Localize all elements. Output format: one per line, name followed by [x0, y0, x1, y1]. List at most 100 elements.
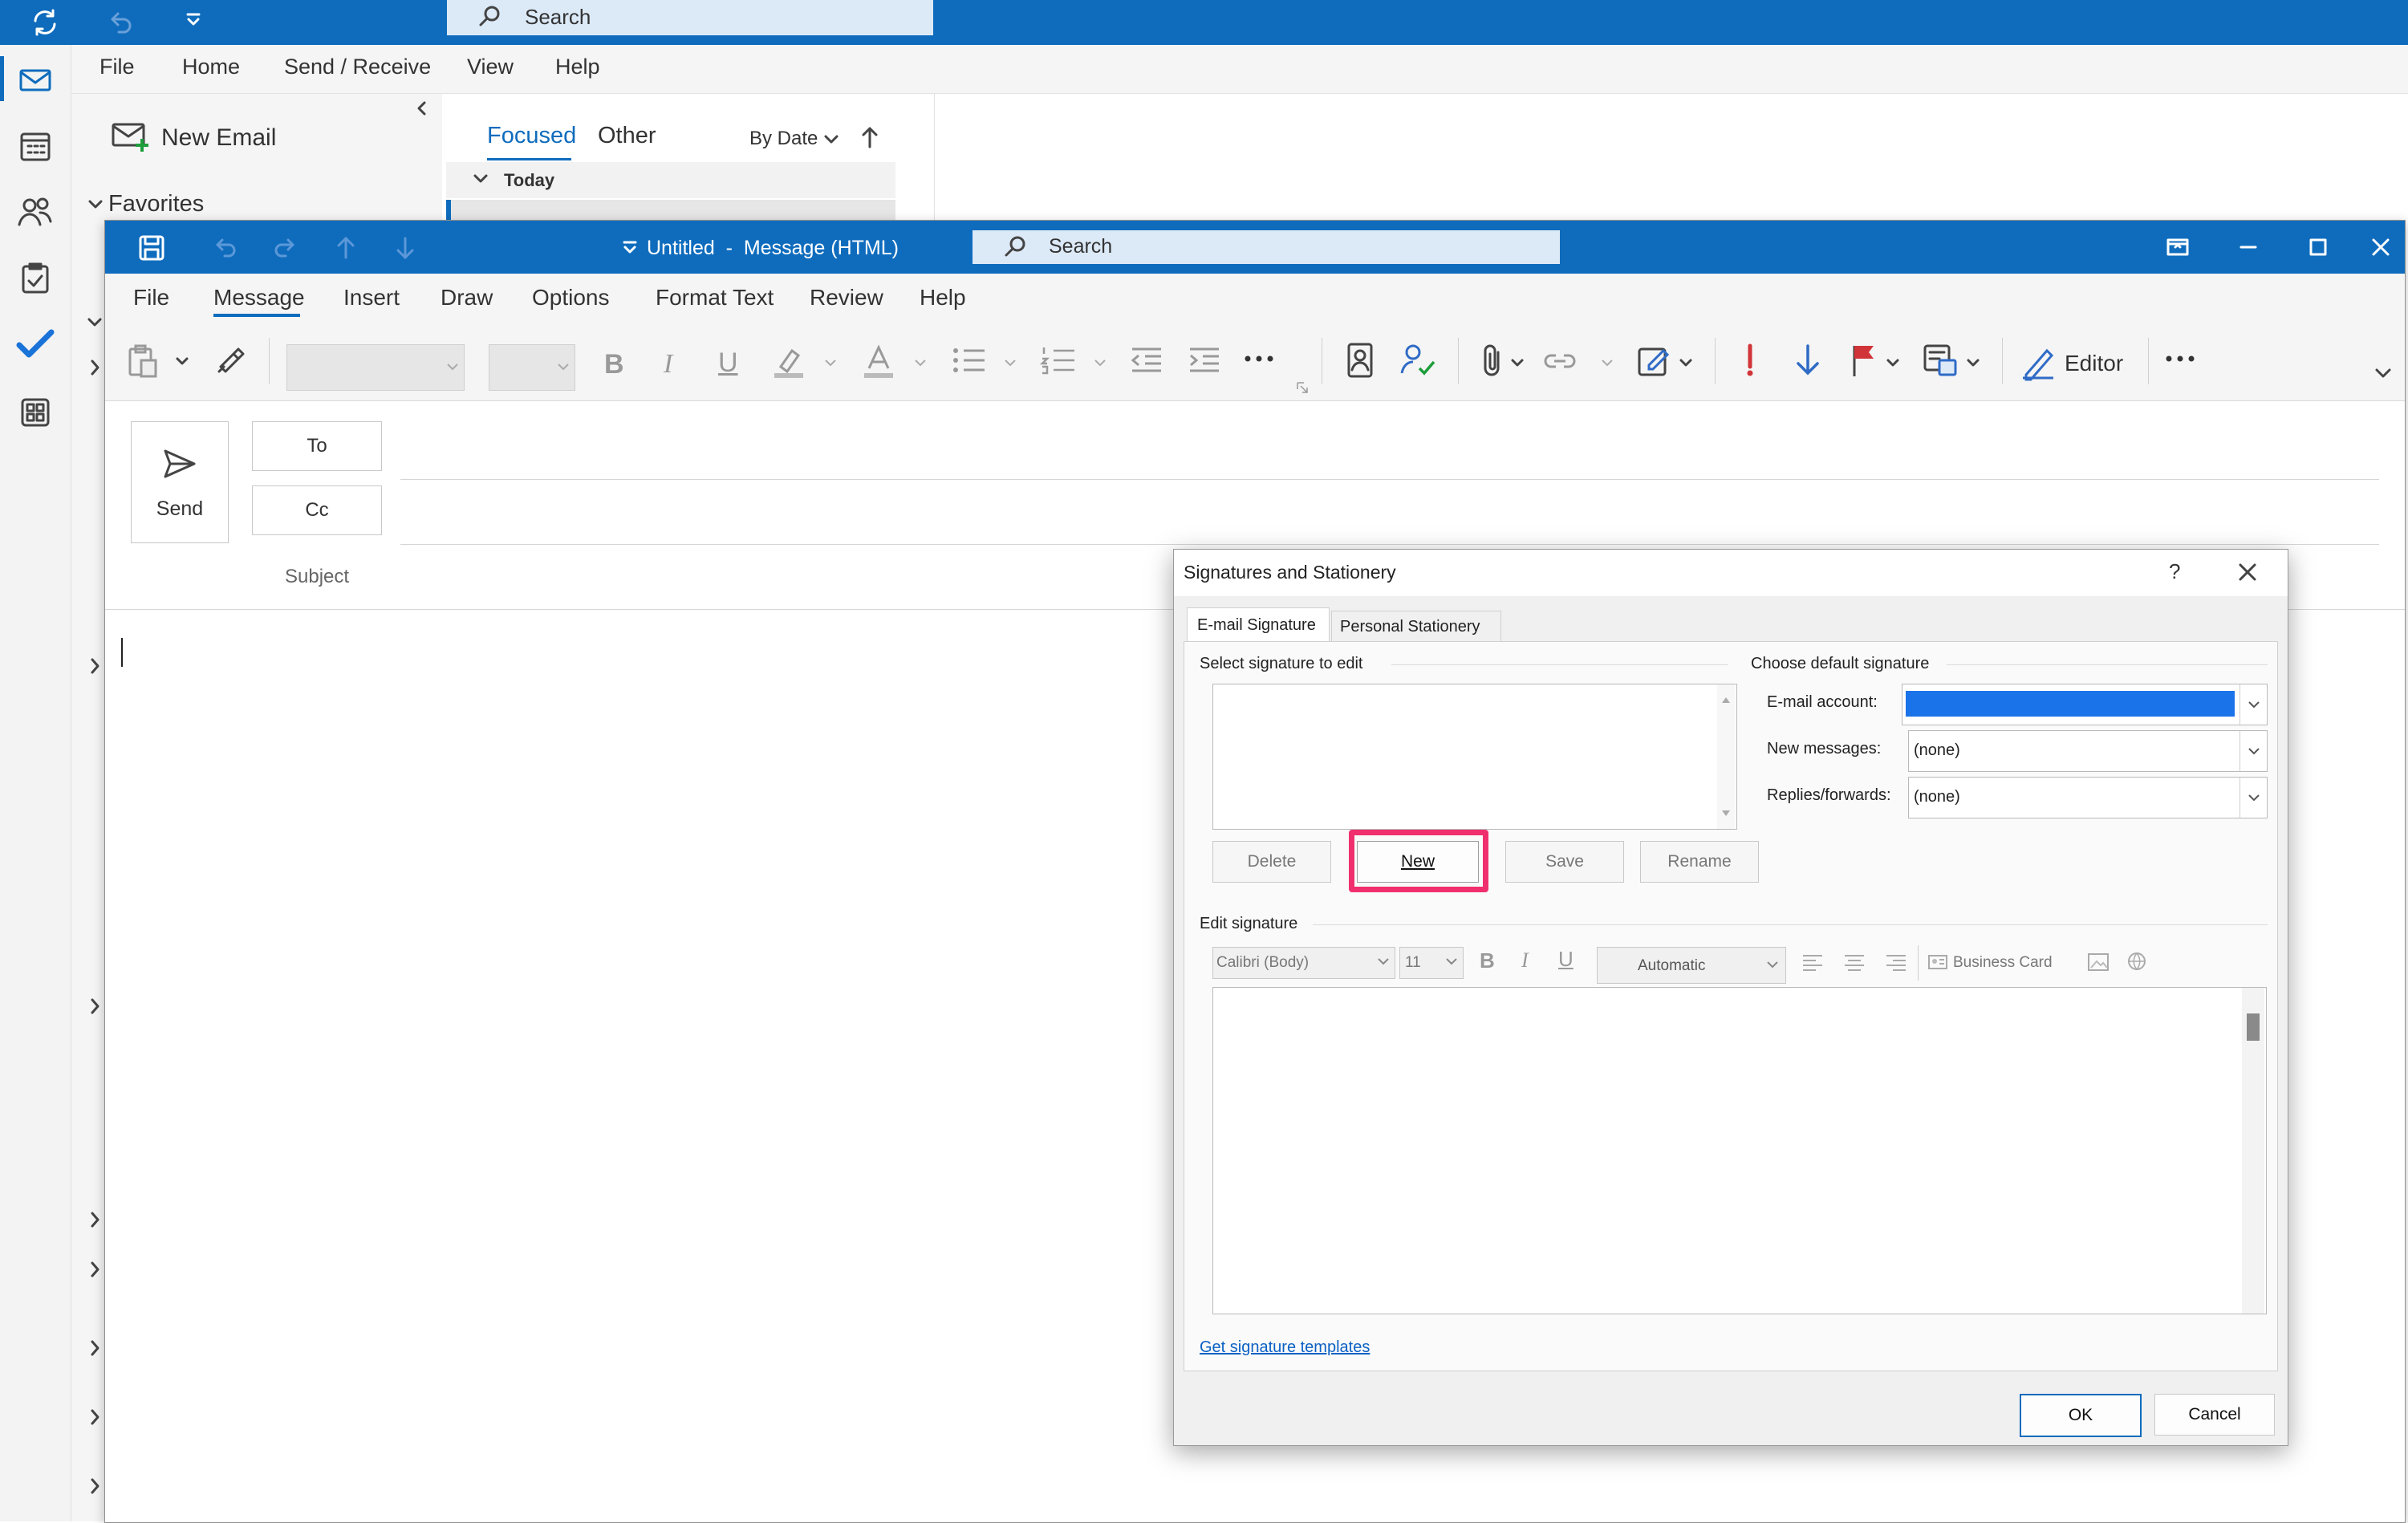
chevron-down-icon[interactable] [912, 357, 928, 370]
email-account-dropdown[interactable] [1902, 684, 2268, 725]
editor-scrollbar[interactable] [2242, 988, 2264, 1314]
signature-templates-link[interactable]: Get signature templates [1200, 1338, 1370, 1357]
tasks-icon[interactable] [18, 260, 53, 295]
bullets-icon[interactable] [949, 343, 988, 378]
new-button[interactable]: New [1357, 841, 1479, 883]
close-icon[interactable] [2235, 560, 2260, 584]
todo-icon[interactable] [16, 327, 55, 359]
sort-by-date[interactable]: By Date [749, 128, 818, 150]
sensitivity-icon[interactable] [1922, 341, 1960, 380]
chevron-right-icon[interactable] [87, 1338, 103, 1358]
menu-help[interactable]: Help [555, 55, 600, 79]
quick-access-dropdown-icon[interactable] [181, 8, 205, 32]
chevron-down-icon[interactable] [84, 193, 107, 216]
compose-search-box[interactable]: Search [973, 230, 1560, 264]
previous-item-icon[interactable] [331, 234, 360, 262]
replies-dropdown[interactable]: (none) [1908, 777, 2268, 818]
menu-file[interactable]: File [99, 55, 135, 79]
highlight-icon[interactable] [770, 343, 808, 381]
menu-send-receive[interactable]: Send / Receive [284, 55, 431, 79]
undo-icon[interactable] [104, 6, 136, 39]
address-book-icon[interactable] [1342, 341, 1378, 380]
chevron-down-icon[interactable] [174, 355, 190, 368]
undo-icon[interactable] [211, 234, 240, 262]
tab-other[interactable]: Other [598, 123, 656, 149]
business-card-button[interactable]: Business Card [1927, 950, 2069, 976]
tab-file[interactable]: File [133, 285, 169, 311]
chevron-down-icon[interactable] [87, 313, 103, 332]
next-item-icon[interactable] [391, 234, 420, 262]
tab-options[interactable]: Options [532, 285, 610, 311]
font-name-combo[interactable] [286, 344, 465, 391]
menu-home[interactable]: Home [182, 55, 240, 79]
chevron-down-icon[interactable] [1002, 357, 1018, 370]
chevron-down-icon[interactable] [1885, 357, 1901, 370]
apps-icon[interactable] [18, 395, 53, 430]
rename-button[interactable]: Rename [1640, 841, 1759, 883]
chevron-down-icon[interactable] [2373, 365, 2394, 383]
ok-button[interactable]: OK [2020, 1394, 2142, 1437]
align-left-icon[interactable] [1801, 952, 1825, 974]
cc-field[interactable] [400, 490, 2374, 530]
chevron-right-icon[interactable] [87, 997, 103, 1016]
chevron-down-icon[interactable] [1599, 357, 1615, 370]
outlook-search-box[interactable]: Search [447, 0, 933, 35]
send-button[interactable]: Send [131, 421, 229, 543]
new-messages-dropdown[interactable]: (none) [1908, 730, 2268, 772]
chevron-right-icon[interactable] [87, 358, 103, 377]
scroll-up-icon[interactable] [1721, 696, 1731, 704]
font-dropdown[interactable]: Calibri (Body) [1212, 947, 1395, 979]
redo-icon[interactable] [270, 234, 299, 262]
tab-personal-stationery[interactable]: Personal Stationery [1331, 611, 1501, 642]
italic-icon[interactable]: I [664, 349, 672, 380]
chevron-right-icon[interactable] [87, 1476, 103, 1496]
save-icon[interactable] [137, 234, 166, 262]
attach-file-icon[interactable] [1477, 341, 1509, 380]
underline-icon[interactable]: U [718, 347, 738, 379]
bold-icon[interactable]: B [604, 349, 624, 380]
maximize-icon[interactable] [2306, 235, 2330, 259]
help-button[interactable]: ? [2169, 559, 2180, 584]
scroll-down-icon[interactable] [1721, 810, 1731, 818]
favorites-label[interactable]: Favorites [108, 191, 204, 217]
color-dropdown[interactable]: Automatic [1597, 947, 1786, 984]
insert-hyperlink-icon[interactable] [2125, 950, 2152, 976]
font-color-icon[interactable] [859, 343, 898, 381]
increase-indent-icon[interactable] [1187, 343, 1222, 378]
numbering-icon[interactable] [1039, 343, 1078, 378]
chevron-down-icon[interactable] [1678, 357, 1694, 370]
sort-direction-icon[interactable] [859, 124, 881, 150]
font-size-combo[interactable] [489, 344, 575, 391]
chevron-down-icon[interactable] [1509, 357, 1525, 370]
tab-focused[interactable]: Focused [487, 123, 576, 149]
high-importance-icon[interactable] [1732, 341, 1768, 380]
more-icon[interactable] [2162, 349, 2198, 368]
underline-icon[interactable]: U [1558, 947, 1574, 972]
calendar-icon[interactable] [18, 128, 53, 164]
more-icon[interactable] [1241, 349, 1277, 368]
tab-message[interactable]: Message [213, 285, 305, 311]
chevron-down-icon[interactable] [1092, 357, 1108, 370]
to-button[interactable]: To [252, 421, 382, 471]
bold-icon[interactable]: B [1480, 948, 1495, 973]
delete-button[interactable]: Delete [1212, 841, 1331, 883]
tab-email-signature[interactable]: E-mail Signature [1187, 607, 1330, 642]
follow-up-flag-icon[interactable] [1846, 341, 1882, 380]
menu-view[interactable]: View [467, 55, 514, 79]
dialog-launcher-icon[interactable] [1296, 381, 1309, 394]
ribbon-display-options-icon[interactable] [2166, 235, 2190, 259]
collapse-pane-icon[interactable] [412, 99, 432, 118]
cancel-button[interactable]: Cancel [2154, 1394, 2275, 1436]
check-names-icon[interactable] [1399, 341, 1439, 380]
people-icon[interactable] [16, 194, 55, 229]
chevron-right-icon[interactable] [87, 1210, 103, 1229]
align-right-icon[interactable] [1884, 952, 1908, 974]
chevron-down-icon[interactable] [822, 129, 841, 148]
low-importance-icon[interactable] [1790, 341, 1825, 380]
chevron-right-icon[interactable] [87, 1260, 103, 1279]
to-field[interactable] [400, 426, 2374, 466]
quick-access-dropdown-icon[interactable] [619, 237, 641, 259]
size-dropdown[interactable]: 11 [1399, 947, 1464, 979]
decrease-indent-icon[interactable] [1129, 343, 1164, 378]
chevron-right-icon[interactable] [87, 656, 103, 676]
